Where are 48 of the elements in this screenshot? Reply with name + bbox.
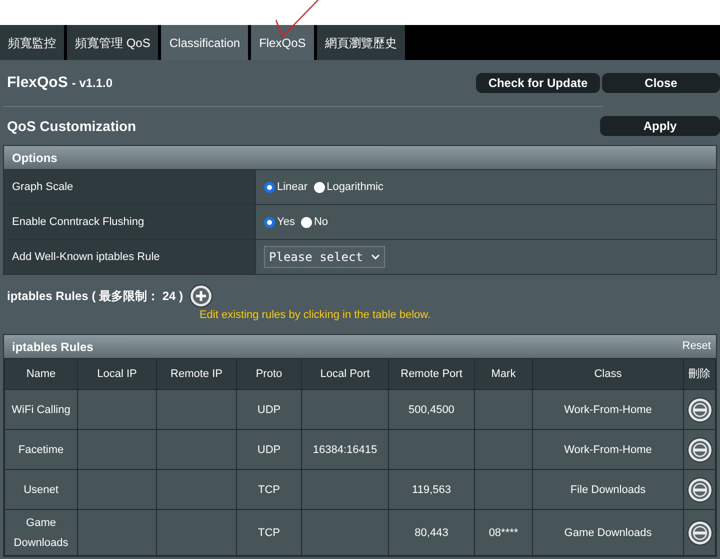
- remove-icon[interactable]: [686, 436, 712, 462]
- table-cell: 80,443: [414, 526, 448, 538]
- table-cell: Game Downloads: [14, 516, 68, 548]
- close-button[interactable]: Close: [602, 73, 720, 93]
- annotation-check-icon: [274, 0, 320, 40]
- table-cell: 500,4500: [408, 404, 454, 416]
- apply-button[interactable]: Apply: [600, 116, 720, 136]
- table-cell: File Downloads: [570, 484, 646, 496]
- table-title: iptables Rules: [12, 338, 94, 356]
- remove-icon[interactable]: [686, 520, 712, 546]
- table-cell: TCP: [258, 526, 280, 538]
- table-cell: WiFi Calling: [12, 404, 70, 416]
- table-cell: TCP: [258, 484, 280, 496]
- table-cell: UDP: [257, 444, 281, 456]
- tab[interactable]: FlexQoS: [251, 25, 317, 60]
- remove-icon[interactable]: [686, 476, 712, 502]
- option-label: Graph Scale: [4, 170, 256, 204]
- column-header: Name: [4, 358, 78, 390]
- tab[interactable]: 頻寬監控: [0, 25, 67, 60]
- table-cell: 08****: [488, 526, 518, 538]
- table-cell: Work-From-Home: [564, 404, 652, 416]
- table-cell: 16384:16415: [312, 444, 378, 456]
- table-cell: Work-From-Home: [564, 444, 652, 456]
- chevron-down-icon: [370, 254, 380, 260]
- table-cell: UDP: [257, 404, 281, 416]
- panel-header: Options: [4, 146, 716, 169]
- tab[interactable]: 網頁瀏覽歷史: [316, 25, 408, 60]
- reset-link[interactable]: Reset: [682, 338, 711, 355]
- column-header: Class: [532, 358, 684, 390]
- radio-option[interactable]: Yes: [264, 214, 295, 230]
- radio-option[interactable]: Linear: [264, 178, 308, 196]
- radio-option[interactable]: No: [300, 214, 328, 230]
- table-cell: 119,563: [412, 484, 451, 496]
- radio-option[interactable]: Logarithmic: [314, 178, 384, 196]
- page-title: FlexQoS: [7, 72, 68, 93]
- rules-heading: iptables Rules ( 最多限制： 24 ): [7, 288, 184, 305]
- update-button[interactable]: Check for Update: [476, 73, 600, 93]
- remove-icon[interactable]: [686, 396, 712, 422]
- table-cell: Facetime: [18, 444, 64, 456]
- select-field[interactable]: Please select: [264, 246, 385, 268]
- version-label: - v1.1.0: [72, 75, 113, 92]
- add-icon[interactable]: [189, 284, 214, 308]
- option-label: Add Well-Known iptables Rule: [4, 240, 256, 274]
- hint-text: Edit existing rules by clicking in the table below.: [199, 308, 431, 323]
- option-label: Enable Conntrack Flushing: [4, 205, 256, 239]
- table-cell: Usenet: [24, 484, 58, 496]
- section-title: QoS Customization: [7, 116, 136, 136]
- table-cell: Game Downloads: [564, 526, 652, 538]
